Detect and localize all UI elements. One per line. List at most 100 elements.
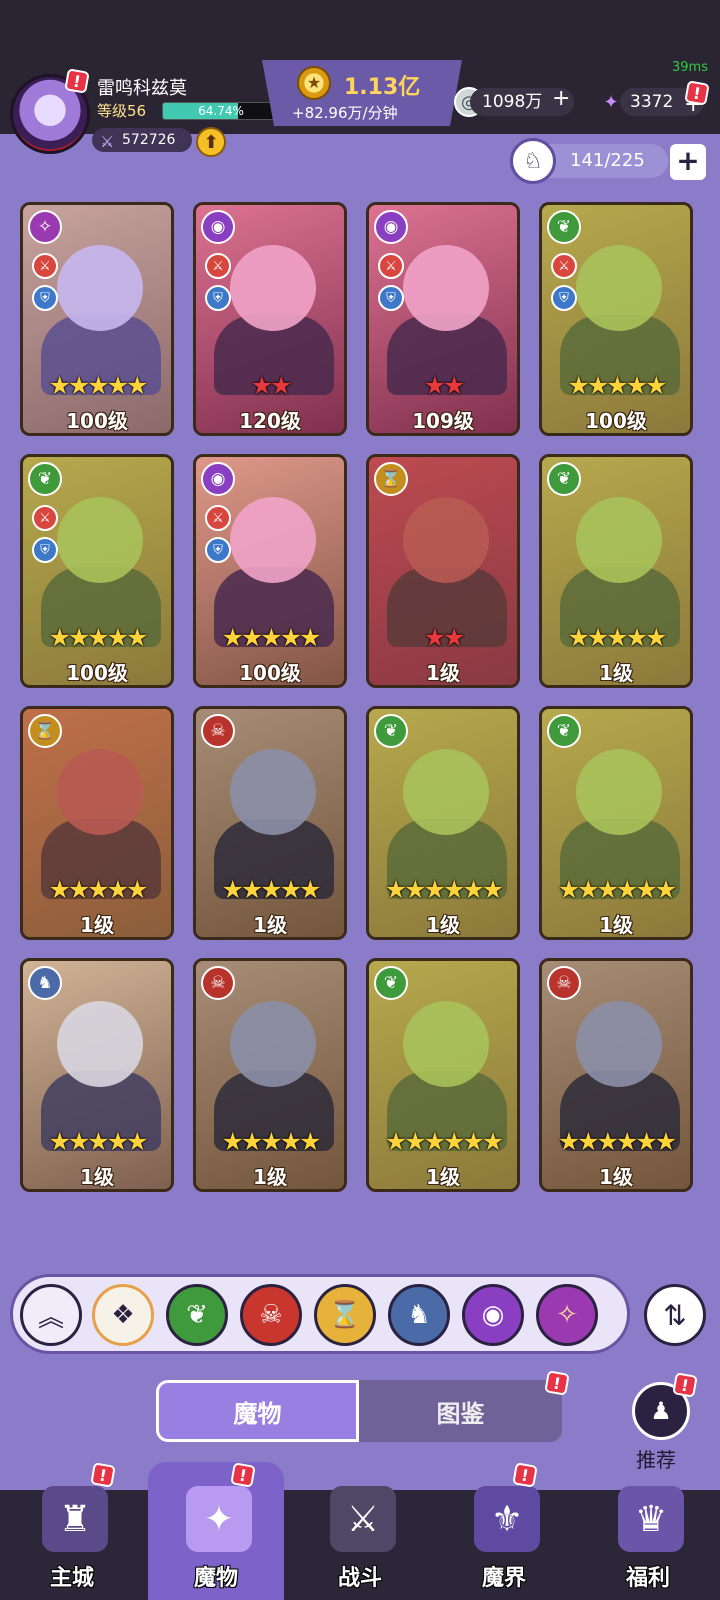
monster-card[interactable]: ☠ ★★★★★★ 1级 (539, 958, 693, 1192)
nav-item-2[interactable]: ⚔ 战斗 (300, 1476, 420, 1600)
nature-faction-icon: ❦ (374, 966, 408, 1000)
star-rating: ★★★★★ (48, 875, 148, 904)
monster-level: 1级 (426, 1165, 460, 1189)
demon-faction-icon: ☠ (547, 966, 581, 1000)
star-rating: ★★★★★ (221, 1127, 321, 1156)
nav-alert-icon: ! (90, 1462, 116, 1488)
capacity-text: 141/225 (570, 150, 645, 171)
eye-faction-icon: ◉ (201, 462, 235, 496)
capacity-add-button[interactable]: + (670, 144, 706, 180)
filter-all-button[interactable]: ❖ (92, 1284, 154, 1346)
defense-role-icon: ⛨ (32, 285, 58, 311)
monster-level: 1级 (599, 1165, 633, 1189)
nav-icon: ⚜ (474, 1486, 540, 1552)
gold-coin-icon: ★ (297, 66, 331, 100)
nav-icon: ♜ (42, 1486, 108, 1552)
power-display: ⚔ 572726 (92, 128, 192, 152)
monster-card[interactable]: ❦ ⚔ ⛨ ★★★★★ 100级 (539, 202, 693, 436)
monster-card[interactable]: ☠ ★★★★★ 1级 (193, 706, 347, 940)
player-level: 等级56 (97, 102, 147, 120)
star-rating: ★★★★★ (48, 1127, 148, 1156)
recommend-label: 推荐 (636, 1448, 676, 1472)
sort-button[interactable]: ⇅ (644, 1284, 706, 1346)
nav-item-3[interactable]: ⚜ 魔界 (444, 1476, 564, 1600)
ping-indicator: 39ms (672, 60, 708, 75)
attack-role-icon: ⚔ (205, 505, 231, 531)
monster-level: 1级 (599, 913, 633, 937)
filter-demon-button[interactable]: ☠ (240, 1284, 302, 1346)
silver-amount: 1098万 (482, 92, 543, 112)
nature-faction-icon: ❦ (374, 714, 408, 748)
monster-level: 100级 (66, 661, 128, 685)
hourglass-faction-icon: ⌛ (28, 714, 62, 748)
star-rating: ★★★★★ (567, 371, 667, 400)
tab-monsters[interactable]: 魔物 (156, 1380, 359, 1442)
monster-level: 100级 (239, 661, 301, 685)
nav-icon: ⚔ (330, 1486, 396, 1552)
nav-item-0[interactable]: ♜ 主城 (12, 1476, 132, 1600)
star-rating: ★★ (423, 623, 466, 652)
crystal-amount: 3372 (630, 92, 674, 112)
star-rating: ★★★★★ (48, 371, 148, 400)
exp-percent: 64.74% (198, 104, 244, 118)
recommend-alert-icon: ! (672, 1372, 698, 1398)
monster-level: 1级 (80, 1165, 114, 1189)
star-rating: ★★★★★★ (384, 1127, 504, 1156)
nav-label: 福利 (625, 1566, 670, 1591)
silver-add-button[interactable]: + (552, 86, 570, 111)
monster-card[interactable]: ◉ ⚔ ⛨ ★★★★★ 100级 (193, 454, 347, 688)
power-up-button[interactable]: ⬆ (196, 127, 226, 157)
star-rating: ★★★★★★ (557, 1127, 677, 1156)
nav-item-1[interactable]: ✦ 魔物 (156, 1476, 276, 1600)
monster-level: 1级 (426, 661, 460, 685)
filter-chaos-button[interactable]: ✧ (536, 1284, 598, 1346)
monster-card[interactable]: ✧ ⚔ ⛨ ★★★★★ 100级 (20, 202, 174, 436)
monster-grid[interactable]: ✧ ⚔ ⛨ ★★★★★ 100级 ◉ ⚔ ⛨ ★★ 120级 ◉ ⚔ ⛨ ★★ 109级 ❦ ⚔ ⛨ ★★★★★ 10… (0, 196, 720, 1244)
attack-role-icon: ⚔ (378, 253, 404, 279)
monster-level: 100级 (585, 409, 647, 433)
monster-level: 1级 (599, 661, 633, 685)
monster-card[interactable]: ⌛ ★★★★★ 1级 (20, 706, 174, 940)
monster-card[interactable]: ◉ ⚔ ⛨ ★★ 120级 (193, 202, 347, 436)
nav-icon: ♛ (618, 1486, 684, 1552)
nav-item-4[interactable]: ♛ 福利 (588, 1476, 708, 1600)
star-rating: ★★★★★★ (384, 875, 504, 904)
filter-dragon-button[interactable]: ♞ (388, 1284, 450, 1346)
monster-card[interactable]: ❦ ⚔ ⛨ ★★★★★ 100级 (20, 454, 174, 688)
monster-card[interactable]: ♞ ★★★★★ 1级 (20, 958, 174, 1192)
monster-level: 109级 (412, 409, 474, 433)
player-name: 雷鸣科兹莫 (97, 78, 187, 99)
monster-level: 120级 (239, 409, 301, 433)
monster-card[interactable]: ❦ ★★★★★★ 1级 (366, 706, 520, 940)
filter-nature-button[interactable]: ❦ (166, 1284, 228, 1346)
star-rating: ★★★★★★ (557, 875, 677, 904)
filter-eye-button[interactable]: ◉ (462, 1284, 524, 1346)
monster-card[interactable]: ⌛ ★★ 1级 (366, 454, 520, 688)
attack-role-icon: ⚔ (551, 253, 577, 279)
monster-level: 100级 (66, 409, 128, 433)
filter-hourglass-button[interactable]: ⌛ (314, 1284, 376, 1346)
monster-card[interactable]: ☠ ★★★★★ 1级 (193, 958, 347, 1192)
filter-collapse-button[interactable]: ︽ (20, 1284, 82, 1346)
monster-card[interactable]: ❦ ★★★★★★ 1级 (366, 958, 520, 1192)
nature-faction-icon: ❦ (547, 462, 581, 496)
sword-icon: ⚔ (100, 132, 115, 151)
tab-codex[interactable]: 图鉴 (359, 1380, 562, 1442)
eye-faction-icon: ◉ (201, 210, 235, 244)
nav-label: 战斗 (337, 1566, 382, 1591)
nature-faction-icon: ❦ (547, 210, 581, 244)
monster-card[interactable]: ❦ ★★★★★★ 1级 (539, 706, 693, 940)
chaos-faction-icon: ✧ (28, 210, 62, 244)
defense-role-icon: ⛨ (205, 285, 231, 311)
defense-role-icon: ⛨ (378, 285, 404, 311)
monster-card[interactable]: ◉ ⚔ ⛨ ★★ 109级 (366, 202, 520, 436)
monster-card[interactable]: ❦ ★★★★★ 1级 (539, 454, 693, 688)
gold-rate: +82.96万/分钟 (292, 104, 398, 122)
eye-faction-icon: ◉ (374, 210, 408, 244)
exp-bar: 64.74% (162, 102, 280, 120)
nav-icon: ✦ (186, 1486, 252, 1552)
power-value: 572726 (122, 132, 176, 148)
gold-amount: 1.13亿 (344, 75, 421, 100)
star-rating: ★★★★★ (567, 623, 667, 652)
monster-level: 1级 (80, 913, 114, 937)
